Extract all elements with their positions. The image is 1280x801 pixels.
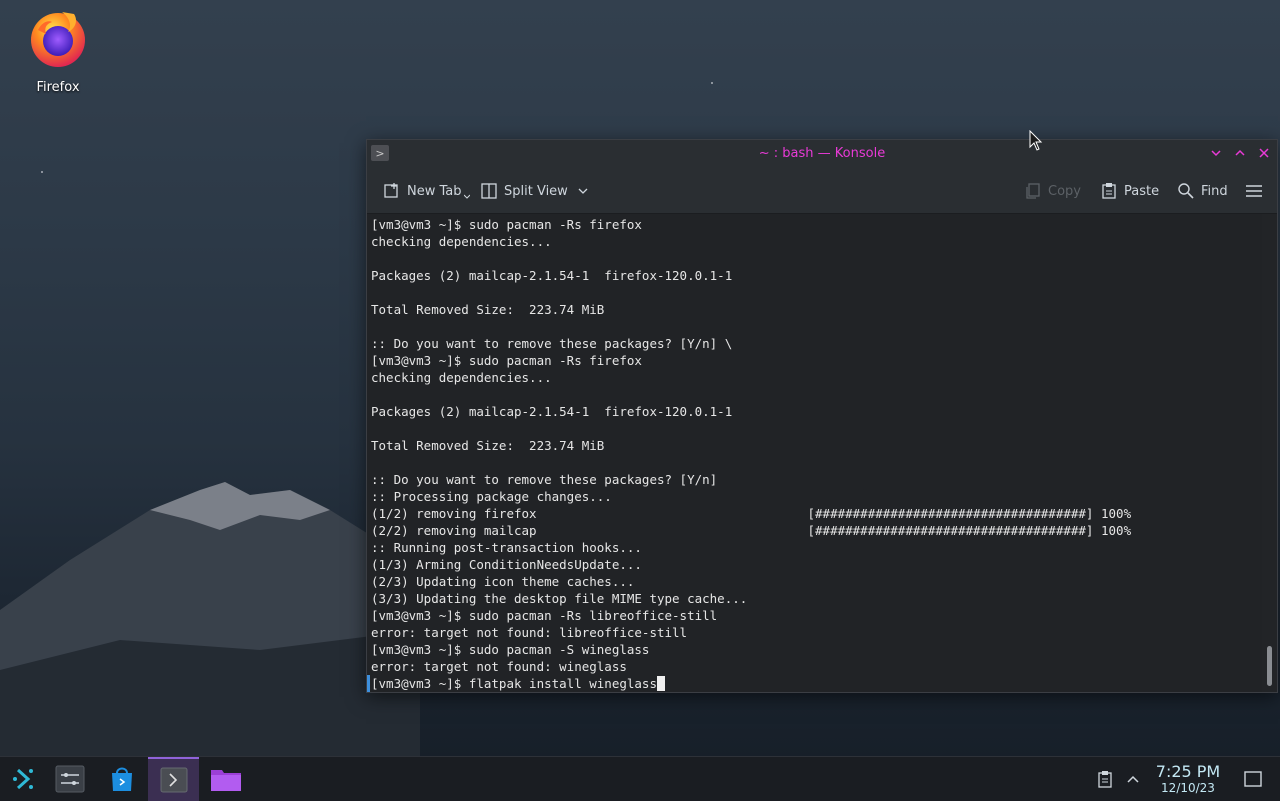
terminal-line: :: Processing package changes... <box>371 489 612 504</box>
launcher-icon <box>13 768 33 790</box>
terminal-line: [vm3@vm3 ~]$ sudo pacman -Rs firefox <box>371 353 642 368</box>
desktop-icon-label: Firefox <box>36 80 80 95</box>
terminal-line: checking dependencies... <box>371 370 552 385</box>
paste-button[interactable]: Paste <box>1100 180 1159 202</box>
minimize-button[interactable] <box>1207 144 1225 162</box>
new-tab-label: New Tab <box>407 183 462 199</box>
konsole-window[interactable]: > ~ : bash — Konsole New Tab Split View <box>366 139 1278 693</box>
clock-date: 12/10/23 <box>1161 781 1215 795</box>
terminal-line: (1/2) removing firefox [################… <box>371 506 1132 521</box>
terminal-line: Packages (2) mailcap-2.1.54-1 firefox-12… <box>371 268 733 283</box>
terminal-icon <box>160 767 187 793</box>
split-view-label: Split View <box>504 183 568 199</box>
copy-button[interactable]: Copy <box>1024 180 1081 202</box>
clipboard-tray-button[interactable] <box>1096 757 1114 801</box>
terminal-line: error: target not found: libreoffice-sti… <box>371 625 688 640</box>
taskbar-system-settings[interactable] <box>47 757 93 801</box>
terminal-line: Packages (2) mailcap-2.1.54-1 firefox-12… <box>371 404 733 419</box>
maximize-button[interactable] <box>1231 144 1249 162</box>
terminal-line: error: target not found: wineglass <box>371 659 627 674</box>
window-titlebar[interactable]: > ~ : bash — Konsole <box>367 140 1277 168</box>
hamburger-menu-icon <box>1246 185 1262 197</box>
terminal-scrollbar[interactable] <box>1262 214 1277 692</box>
terminal-line: [vm3@vm3 ~]$ sudo pacman -S wineglass <box>371 642 650 657</box>
copy-icon <box>1026 183 1040 199</box>
terminal-line: (2/2) removing mailcap [################… <box>371 523 1132 538</box>
find-label: Find <box>1201 183 1228 199</box>
terminal-line: (1/3) Arming ConditionNeedsUpdate... <box>371 557 642 572</box>
desktop-icon-firefox[interactable]: Firefox <box>22 8 94 95</box>
mountain-wallpaper <box>0 482 420 770</box>
paste-label: Paste <box>1124 183 1160 199</box>
text-cursor <box>656 676 665 691</box>
terminal-text: [vm3@vm3 ~]$ sudo pacman -Rs firefox che… <box>367 214 1262 692</box>
terminal-line: :: Do you want to remove these packages?… <box>371 336 733 351</box>
terminal-output[interactable]: [vm3@vm3 ~]$ sudo pacman -Rs firefox che… <box>367 214 1262 692</box>
show-hidden-tray-button[interactable] <box>1126 757 1140 801</box>
new-tab-icon <box>384 183 398 198</box>
mouse-pointer-icon <box>1029 130 1043 151</box>
close-button[interactable] <box>1255 144 1273 162</box>
star <box>41 171 43 173</box>
search-icon <box>1178 183 1194 199</box>
terminal-line: [vm3@vm3 ~]$ sudo pacman -Rs libreoffice… <box>371 608 718 623</box>
terminal-line: Total Removed Size: 223.74 MiB <box>371 302 605 317</box>
new-tab-button[interactable]: New Tab <box>383 180 470 202</box>
clipboard-icon <box>1098 771 1112 788</box>
terminal-line: [vm3@vm3 ~]$ sudo pacman -Rs firefox <box>371 217 642 232</box>
scrollbar-thumb[interactable] <box>1267 646 1272 686</box>
taskbar-dolphin[interactable] <box>203 757 249 801</box>
chevron-down-icon <box>463 194 470 199</box>
store-icon <box>112 767 132 791</box>
terminal-line: (2/3) Updating icon theme caches... <box>371 574 635 589</box>
terminal-line: Total Removed Size: 223.74 MiB <box>371 438 605 453</box>
settings-icon <box>55 765 85 793</box>
copy-label: Copy <box>1048 183 1081 199</box>
konsole-toolbar: New Tab Split View Copy Paste Find <box>367 168 1277 214</box>
clock-time: 7:25 PM <box>1155 762 1221 781</box>
taskbar-discover[interactable] <box>99 757 145 801</box>
taskbar: 7:25 PM 12/10/23 <box>0 756 1280 801</box>
window-title: ~ : bash — Konsole <box>758 146 886 161</box>
find-button[interactable]: Find <box>1177 180 1228 202</box>
terminal-line: :: Do you want to remove these packages?… <box>371 472 718 487</box>
terminal-line: (3/3) Updating the desktop file MIME typ… <box>371 591 748 606</box>
prompt-marker <box>367 675 370 692</box>
folder-icon <box>211 770 241 791</box>
terminal-line: :: Running post-transaction hooks... <box>371 540 642 555</box>
application-launcher[interactable] <box>0 757 46 801</box>
star <box>711 82 713 84</box>
show-desktop-button[interactable] <box>1244 757 1262 801</box>
hamburger-menu-button[interactable] <box>1245 180 1263 202</box>
chevron-up-icon <box>1127 775 1139 783</box>
terminal-line: [vm3@vm3 ~]$ flatpak install wineglass <box>371 676 657 691</box>
chevron-down-icon <box>578 188 588 194</box>
firefox-icon <box>31 12 85 67</box>
digital-clock[interactable]: 7:25 PM 12/10/23 <box>1150 762 1226 796</box>
terminal-line: checking dependencies... <box>371 234 552 249</box>
show-desktop-icon <box>1244 771 1262 787</box>
taskbar-konsole[interactable] <box>148 757 199 801</box>
split-view-button[interactable]: Split View <box>480 180 588 202</box>
split-view-icon <box>481 183 497 199</box>
paste-icon <box>1102 183 1116 199</box>
